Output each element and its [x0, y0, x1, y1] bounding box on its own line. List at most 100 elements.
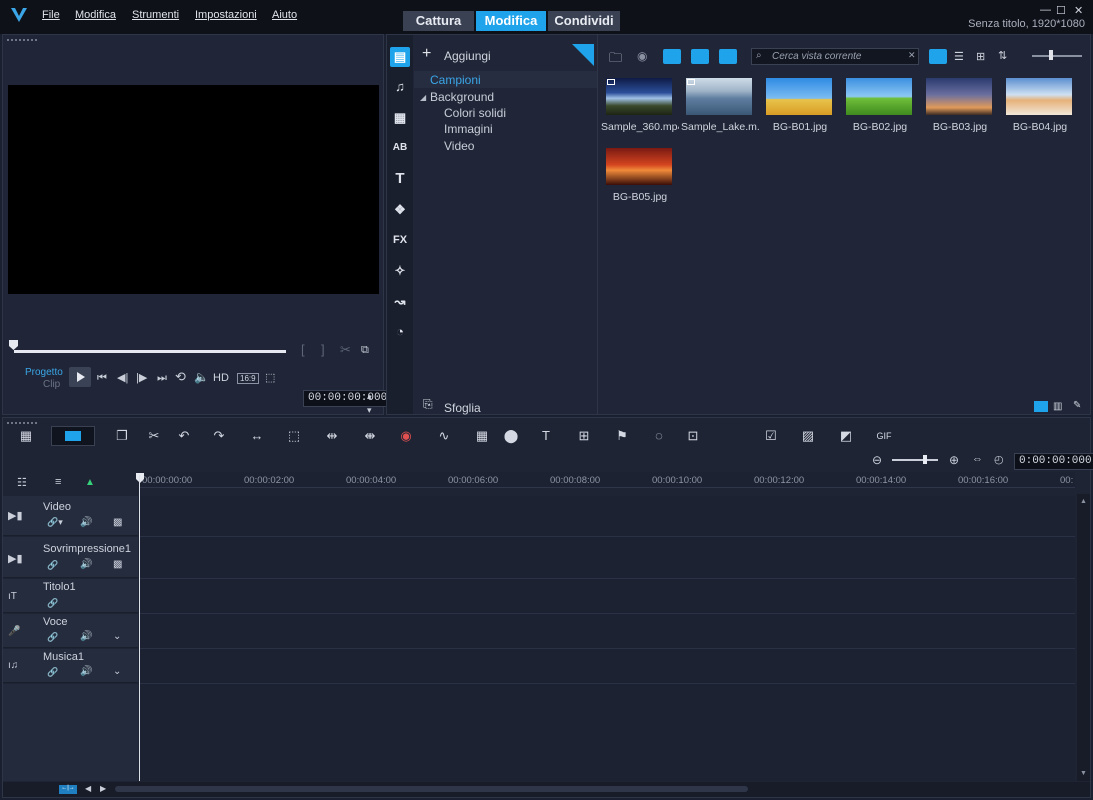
library-item[interactable]: BG-B02.jpg: [841, 71, 919, 139]
stretch-icon[interactable]: ⇹: [321, 427, 343, 445]
play-button[interactable]: [69, 367, 91, 387]
library-item[interactable]: BG-B01.jpg: [761, 71, 839, 139]
chevron-down-icon[interactable]: ⌄: [113, 631, 121, 642]
speed-icon[interactable]: ◔: [390, 322, 410, 342]
transparency-icon[interactable]: ▩: [113, 517, 122, 528]
view-mode-2-icon[interactable]: ▥: [1053, 401, 1062, 412]
library-item[interactable]: Sample_360.mp4: [601, 71, 679, 139]
link-icon[interactable]: 🔗▾: [47, 517, 63, 528]
transparency-icon[interactable]: ▩: [113, 559, 122, 570]
tab-condividi[interactable]: Condividi: [548, 11, 620, 31]
scrubber-handle-icon[interactable]: [9, 340, 18, 350]
particle-icon[interactable]: ✧: [390, 261, 410, 281]
audio-mixer-icon[interactable]: ∿: [433, 427, 455, 445]
media-icon[interactable]: ▤: [390, 47, 410, 67]
multi-trim-icon[interactable]: ❐: [111, 427, 133, 445]
add-folder-button[interactable]: Aggiungi: [444, 49, 491, 63]
library-item[interactable]: BG-B05.jpg: [601, 141, 679, 209]
filter-video-button[interactable]: [663, 49, 681, 64]
chevron-down-icon[interactable]: ◢: [420, 93, 426, 102]
pin-icon[interactable]: [572, 44, 594, 66]
track-lane-video[interactable]: [140, 496, 1075, 537]
menu-strumenti[interactable]: Strumenti: [132, 9, 179, 21]
filter-image-button[interactable]: [691, 49, 709, 64]
fx-icon[interactable]: FX: [390, 230, 410, 250]
redo-icon[interactable]: ↷: [208, 427, 230, 445]
360-video-icon[interactable]: ◌: [648, 427, 670, 445]
link-icon[interactable]: 🔗: [47, 667, 58, 678]
zoom-slider-handle[interactable]: [923, 455, 927, 464]
zoom-slider[interactable]: [892, 459, 938, 461]
track-header-music[interactable]: ı♫ Musica1 🔗 🔊 ⌄: [3, 649, 138, 683]
color-grading-icon[interactable]: ⬤: [500, 427, 522, 445]
track-lane-overlay[interactable]: [140, 537, 1075, 579]
timeline-view-button[interactable]: [51, 426, 95, 446]
record-icon[interactable]: ◉: [637, 49, 647, 63]
repeat-icon[interactable]: ⟲: [175, 370, 186, 384]
pan-zoom-icon[interactable]: ◩: [835, 427, 857, 445]
browse-icon[interactable]: ⎘: [423, 397, 433, 412]
mode-clip[interactable]: Clip: [43, 379, 60, 390]
subtitle-icon[interactable]: ▦: [471, 427, 493, 445]
clear-search-icon[interactable]: ✕: [908, 50, 916, 61]
import-folder-icon[interactable]: 🗀: [609, 49, 622, 71]
fit-zoom-icon[interactable]: ←|→: [59, 785, 77, 794]
end-icon[interactable]: ⏭: [157, 371, 167, 385]
next-frame-icon[interactable]: |▶: [136, 371, 147, 385]
home-icon[interactable]: ⏮: [97, 371, 107, 385]
scissors-icon[interactable]: ✂: [340, 343, 351, 357]
hd-toggle[interactable]: HD: [213, 372, 229, 384]
tree-item-immagini[interactable]: Immagini: [444, 122, 493, 136]
audio-icon[interactable]: ♫: [390, 77, 410, 97]
split-screen-icon[interactable]: ⊞: [573, 427, 595, 445]
tree-item-video[interactable]: Video: [444, 139, 474, 153]
mark-in-icon[interactable]: [: [301, 343, 305, 357]
track-lane-voice[interactable]: [140, 614, 1075, 649]
library-item[interactable]: Sample_Lake.m...: [681, 71, 759, 139]
zoom-out-icon[interactable]: ⊖: [872, 453, 882, 467]
link-icon[interactable]: 🔗: [47, 632, 58, 643]
browse-button[interactable]: Sfoglia: [444, 401, 481, 415]
checkmark-edit-icon[interactable]: ☑: [760, 427, 782, 445]
add-icon[interactable]: +: [422, 46, 431, 62]
scroll-down-icon[interactable]: ▼: [1080, 770, 1087, 777]
track-header-voice[interactable]: 🎤 Voce 🔗 🔊 ⌄: [3, 614, 138, 648]
track-header-title[interactable]: ıT Titolo1 🔗: [3, 579, 138, 613]
mark-out-icon[interactable]: ]: [321, 343, 325, 357]
library-item[interactable]: BG-B04.jpg: [1001, 71, 1079, 139]
graphic-icon[interactable]: ❖: [390, 200, 410, 220]
scrub-bar[interactable]: [14, 350, 286, 353]
zoom-in-icon[interactable]: ⊕: [949, 453, 959, 467]
path-icon[interactable]: ↝: [390, 292, 410, 312]
link-icon[interactable]: 🔗: [47, 598, 58, 609]
ripple-edit-icon[interactable]: ▲: [85, 477, 95, 488]
menu-impostazioni[interactable]: Impostazioni: [195, 9, 257, 21]
track-lane-music[interactable]: [140, 649, 1075, 684]
tree-item-campioni[interactable]: Campioni: [430, 73, 481, 87]
tab-cattura[interactable]: Cattura: [403, 11, 474, 31]
chevron-down-icon[interactable]: ⌄: [113, 666, 121, 677]
preview-timecode[interactable]: 00:00:00:000: [303, 390, 393, 407]
scroll-up-icon[interactable]: ▲: [1080, 498, 1087, 505]
instant-project-icon[interactable]: ▦: [390, 108, 410, 128]
view-mode-icon[interactable]: [1034, 401, 1048, 412]
scroll-left-icon[interactable]: ◀: [85, 784, 91, 793]
thumb-size-slider[interactable]: [1032, 55, 1082, 57]
mute-icon[interactable]: 🔊: [80, 517, 92, 528]
thumbnail-view-icon[interactable]: [929, 49, 947, 64]
grid-view-icon[interactable]: ⊞: [976, 50, 985, 63]
panel-grip-icon[interactable]: [6, 421, 38, 425]
tools-icon[interactable]: ✂: [143, 427, 165, 445]
menu-modifica[interactable]: Modifica: [75, 9, 116, 21]
track-lane-empty[interactable]: [140, 684, 1075, 781]
transform-icon[interactable]: ⇼: [359, 427, 381, 445]
scroll-right-icon[interactable]: ▶: [100, 784, 106, 793]
timeline-timecode[interactable]: 0:00:00:000: [1014, 453, 1093, 470]
overlay-edit-icon[interactable]: ▨: [797, 427, 819, 445]
tab-modifica[interactable]: Modifica: [476, 11, 546, 31]
volume-icon[interactable]: 🔈: [194, 370, 209, 384]
track-lane-title[interactable]: [140, 579, 1075, 614]
storyboard-view-icon[interactable]: ▦: [15, 427, 37, 445]
track-header-video[interactable]: ▶▮ Video 🔗▾ 🔊 ▩: [3, 496, 138, 536]
horizontal-scrollbar[interactable]: [115, 786, 748, 792]
